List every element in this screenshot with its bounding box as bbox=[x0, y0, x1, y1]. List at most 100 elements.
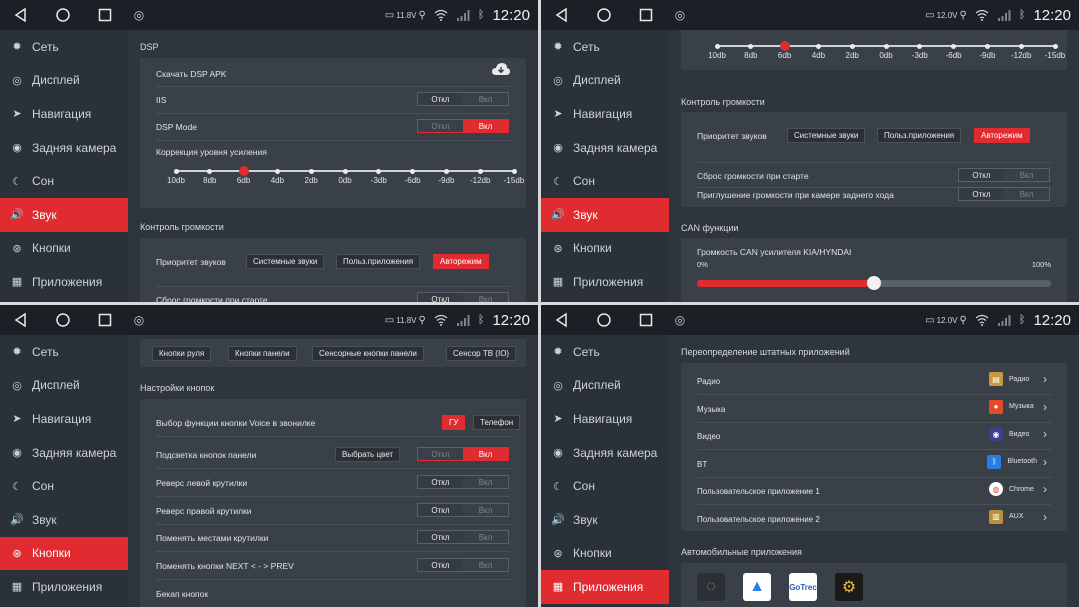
car-diagnostic-icon[interactable]: ⚙ bbox=[835, 573, 863, 601]
gain-slider-step[interactable] bbox=[1018, 43, 1024, 49]
sidebar-item-1[interactable]: ◎ Дисплей bbox=[541, 369, 669, 403]
sidebar-item-3[interactable]: ◉ Задняя камера bbox=[0, 436, 128, 470]
app-override-row[interactable]: Музыка ● Музыка › bbox=[681, 395, 1067, 421]
priority-user-apps-button[interactable]: Польз.приложения bbox=[877, 128, 962, 143]
back-icon[interactable] bbox=[0, 0, 42, 30]
reset-volume-toggle-off[interactable]: Откл bbox=[418, 293, 463, 302]
cloud-download-icon[interactable] bbox=[492, 62, 510, 76]
selected-app[interactable]: ᛒ Bluetooth › bbox=[987, 454, 1047, 469]
priority-auto-mode-button[interactable]: Авторежим bbox=[974, 128, 1030, 143]
gain-slider-step[interactable] bbox=[173, 168, 179, 174]
mute-on-camera-toggle-off[interactable]: Откл bbox=[959, 188, 1004, 200]
gain-slider-step[interactable] bbox=[410, 168, 416, 174]
app-override-row[interactable]: Радио ▤ Радио › bbox=[681, 367, 1067, 393]
reverse-left-knob-toggle-off[interactable]: Откл bbox=[418, 476, 463, 488]
tab-panel-buttons[interactable]: Кнопки панели bbox=[228, 346, 297, 361]
dsp-mode-toggle-on[interactable]: Вкл bbox=[463, 120, 508, 132]
selected-app[interactable]: ● Музыка › bbox=[989, 399, 1047, 414]
panel-backlight-toggle-off[interactable]: Откл bbox=[418, 448, 463, 460]
gain-slider-thumb[interactable] bbox=[238, 166, 249, 176]
gain-slider-step[interactable] bbox=[815, 43, 821, 49]
reset-volume-toggle[interactable]: Откл Вкл bbox=[958, 168, 1050, 182]
priority-user-apps-button[interactable]: Польз.приложения bbox=[336, 254, 421, 269]
reset-volume-toggle-on[interactable]: Вкл bbox=[463, 293, 508, 303]
sidebar-item-7[interactable]: ▦ Приложения bbox=[541, 570, 669, 604]
back-icon[interactable] bbox=[541, 0, 583, 30]
reset-volume-toggle-off[interactable]: Откл bbox=[959, 169, 1004, 181]
reset-volume-toggle[interactable]: Откл Вкл bbox=[417, 292, 509, 302]
sidebar-item-6[interactable]: ⊛ Кнопки bbox=[0, 232, 128, 266]
reset-volume-toggle-on[interactable]: Вкл bbox=[1004, 169, 1049, 181]
sidebar-item-6[interactable]: ⊛ Кнопки bbox=[0, 536, 128, 571]
recents-icon[interactable] bbox=[84, 305, 126, 335]
swap-knobs-toggle[interactable]: Откл Вкл bbox=[417, 530, 509, 544]
swap-next-prev-toggle-off[interactable]: Откл bbox=[418, 559, 463, 571]
mute-on-camera-toggle-on[interactable]: Вкл bbox=[1004, 188, 1049, 200]
sidebar-item-2[interactable]: ➤ Навигация bbox=[541, 97, 669, 131]
selected-app[interactable]: ◍ Chrome › bbox=[989, 482, 1047, 496]
dsp-mode-toggle[interactable]: Откл Вкл bbox=[417, 119, 509, 133]
selected-app[interactable]: ▤ Радио › bbox=[989, 372, 1047, 386]
gain-slider-step[interactable] bbox=[984, 43, 990, 49]
app-override-row[interactable]: Пользовательское приложение 1 ◍ Chrome › bbox=[681, 477, 1067, 503]
mute-on-camera-toggle[interactable]: Откл Вкл bbox=[958, 187, 1050, 201]
panel-backlight-toggle[interactable]: Откл Вкл bbox=[417, 447, 509, 461]
home-icon[interactable] bbox=[583, 305, 625, 335]
sidebar-item-7[interactable]: ▦ Приложения bbox=[0, 570, 128, 604]
priority-system-sounds-button[interactable]: Системные звуки bbox=[246, 254, 325, 269]
app-override-row[interactable]: BT ᛒ Bluetooth › bbox=[681, 450, 1067, 476]
back-icon[interactable] bbox=[0, 305, 42, 335]
panel-backlight-toggle-on[interactable]: Вкл bbox=[463, 448, 508, 460]
selected-app[interactable]: ▥ AUX › bbox=[989, 509, 1047, 524]
home-icon[interactable] bbox=[583, 0, 625, 30]
sidebar-item-1[interactable]: ◎ Дисплей bbox=[0, 64, 128, 98]
sidebar-item-3[interactable]: ◉ Задняя камера bbox=[541, 436, 669, 470]
sidebar-item-7[interactable]: ▦ Приложения bbox=[0, 265, 128, 299]
sidebar-item-6[interactable]: ⊛ Кнопки bbox=[541, 232, 669, 266]
selected-app[interactable]: ◉ Видео › bbox=[989, 427, 1047, 441]
gain-slider-step[interactable] bbox=[376, 168, 382, 174]
recents-icon[interactable] bbox=[84, 0, 126, 30]
navigation-app-icon[interactable]: ▲ bbox=[743, 573, 771, 601]
sidebar-item-3[interactable]: ◉ Задняя камера bbox=[0, 131, 128, 165]
reverse-right-knob-toggle-off[interactable]: Откл bbox=[418, 504, 463, 516]
sidebar-item-2[interactable]: ➤ Навигация bbox=[0, 402, 128, 436]
sidebar-item-4[interactable]: ☾ Сон bbox=[0, 164, 128, 198]
gain-slider-step[interactable] bbox=[951, 43, 957, 49]
sidebar-item-0[interactable]: ✹ Сеть bbox=[0, 30, 128, 64]
gain-slider-step[interactable] bbox=[917, 43, 923, 49]
swap-next-prev-toggle[interactable]: Откл Вкл bbox=[417, 558, 509, 572]
sidebar-item-5[interactable]: 🔊 Звук bbox=[0, 503, 128, 537]
sidebar-item-2[interactable]: ➤ Навигация bbox=[0, 97, 128, 131]
app-override-row[interactable]: Пользовательское приложение 2 ▥ AUX › bbox=[681, 505, 1067, 531]
gain-slider-step[interactable] bbox=[207, 168, 213, 174]
tab-touch-panel-buttons[interactable]: Сенсорные кнопки панели bbox=[312, 346, 424, 361]
gain-slider-step[interactable] bbox=[883, 43, 889, 49]
swap-knobs-toggle-on[interactable]: Вкл bbox=[463, 531, 508, 543]
tire-pressure-icon[interactable]: ◌ bbox=[697, 573, 725, 601]
iis-toggle-on[interactable]: Вкл bbox=[463, 93, 508, 105]
sidebar-item-4[interactable]: ☾ Сон bbox=[541, 469, 669, 503]
gain-slider-thumb[interactable] bbox=[779, 41, 790, 51]
iis-toggle-off[interactable]: Откл bbox=[418, 93, 463, 105]
home-icon[interactable] bbox=[42, 305, 84, 335]
sidebar-item-0[interactable]: ✹ Сеть bbox=[541, 30, 669, 64]
gain-slider-step[interactable] bbox=[849, 43, 855, 49]
sidebar-item-4[interactable]: ☾ Сон bbox=[0, 469, 128, 503]
back-icon[interactable] bbox=[541, 305, 583, 335]
tab-steering-buttons[interactable]: Кнопки руля bbox=[152, 346, 212, 361]
gain-slider-step[interactable] bbox=[511, 168, 517, 174]
sidebar-item-0[interactable]: ✹ Сеть bbox=[541, 335, 669, 369]
priority-auto-mode-button[interactable]: Авторежим bbox=[433, 254, 489, 269]
sidebar-item-2[interactable]: ➤ Навигация bbox=[541, 402, 669, 436]
gain-slider-step[interactable] bbox=[714, 43, 720, 49]
gain-slider-step[interactable] bbox=[748, 43, 754, 49]
sidebar-item-1[interactable]: ◎ Дисплей bbox=[541, 64, 669, 98]
swap-next-prev-toggle-on[interactable]: Вкл bbox=[463, 559, 508, 571]
sidebar-item-0[interactable]: ✹ Сеть bbox=[0, 335, 128, 369]
priority-system-sounds-button[interactable]: Системные звуки bbox=[787, 128, 866, 143]
sidebar-item-4[interactable]: ☾ Сон bbox=[541, 164, 669, 198]
tab-touch-tv-sensor[interactable]: Сенсор ТВ (IO) bbox=[446, 346, 517, 361]
gain-slider-step[interactable] bbox=[308, 168, 314, 174]
sidebar-item-5[interactable]: 🔊 Звук bbox=[541, 503, 669, 537]
